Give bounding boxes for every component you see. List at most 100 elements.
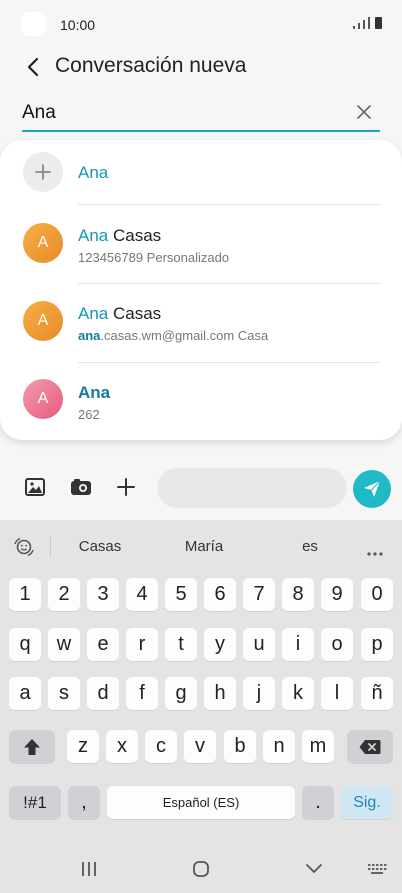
key-8[interactable]: 8 — [282, 578, 314, 611]
send-button[interactable] — [353, 470, 391, 508]
home-button[interactable] — [186, 857, 216, 881]
hide-keyboard-button[interactable] — [299, 857, 329, 881]
divider — [50, 537, 51, 557]
key-1[interactable]: 1 — [9, 578, 41, 611]
recipient-field[interactable]: Ana — [22, 100, 380, 132]
key-n-tilde[interactable]: ñ — [361, 677, 393, 710]
key-n[interactable]: n — [263, 730, 295, 763]
key-o[interactable]: o — [321, 628, 353, 661]
recents-button[interactable] — [74, 857, 104, 881]
attach-button[interactable] — [113, 474, 139, 500]
list-item[interactable]: A Ana Casas 123456789 Personalizado — [0, 205, 402, 283]
signal-icon — [353, 26, 355, 29]
add-icon — [23, 152, 63, 192]
keyboard: Casas María es 1 2 3 4 5 6 7 8 9 0 q w e… — [0, 520, 402, 843]
status-bar: 10:00 — [0, 0, 402, 48]
signal-bar — [358, 23, 360, 29]
key-i[interactable]: i — [282, 628, 314, 661]
avatar-letter: A — [37, 234, 49, 251]
key-u[interactable]: u — [243, 628, 275, 661]
key-q[interactable]: q — [9, 628, 41, 661]
key-4[interactable]: 4 — [126, 578, 158, 611]
key-x[interactable]: x — [106, 730, 138, 763]
key-0[interactable]: 0 — [361, 578, 393, 611]
key-p[interactable]: p — [361, 628, 393, 661]
key-v[interactable]: v — [184, 730, 216, 763]
key-k[interactable]: k — [282, 677, 314, 710]
chevron-down-icon — [306, 864, 322, 874]
key-j[interactable]: j — [243, 677, 275, 710]
key-7[interactable]: 7 — [243, 578, 275, 611]
navigation-bar — [0, 843, 402, 893]
more-icon — [367, 552, 383, 556]
key-2[interactable]: 2 — [48, 578, 80, 611]
battery-icon — [375, 17, 382, 29]
key-z[interactable]: z — [67, 730, 99, 763]
key-c[interactable]: c — [145, 730, 177, 763]
key-9[interactable]: 9 — [321, 578, 353, 611]
list-item[interactable]: A Ana 262 — [0, 363, 402, 439]
key-h[interactable]: h — [204, 677, 236, 710]
gallery-button[interactable] — [22, 474, 48, 500]
page-title: Conversación nueva — [55, 54, 247, 77]
emoji-switch-button[interactable] — [12, 536, 38, 560]
shift-key[interactable] — [9, 730, 55, 763]
next-key[interactable]: Sig. — [341, 786, 393, 819]
key-5[interactable]: 5 — [165, 578, 197, 611]
more-options-button[interactable] — [366, 544, 384, 556]
key-b[interactable]: b — [224, 730, 256, 763]
suggestion-name: Ana — [78, 383, 110, 403]
suggestion-word[interactable]: es — [270, 538, 350, 555]
app-header: Conversación nueva — [0, 48, 402, 88]
key-y[interactable]: y — [204, 628, 236, 661]
shift-icon — [24, 738, 40, 755]
name-highlight: Ana — [78, 304, 109, 323]
key-f[interactable]: f — [126, 677, 158, 710]
key-6[interactable]: 6 — [204, 578, 236, 611]
camera-button[interactable] — [68, 474, 94, 500]
key-g[interactable]: g — [165, 677, 197, 710]
key-t[interactable]: t — [165, 628, 197, 661]
key-r[interactable]: r — [126, 628, 158, 661]
suggestion-bar: Casas María es — [0, 520, 402, 572]
back-arrow-icon — [27, 57, 39, 77]
suggestion-detail: 262 — [78, 407, 100, 422]
suggestion-detail: 123456789 Personalizado — [78, 250, 229, 265]
keyboard-switch-button[interactable] — [362, 857, 392, 881]
key-l[interactable]: l — [321, 677, 353, 710]
key-comma[interactable]: , — [68, 786, 100, 819]
recipient-input[interactable]: Ana — [22, 102, 56, 124]
backspace-key[interactable] — [347, 730, 393, 763]
detail-highlight: ana — [78, 328, 101, 343]
signal-bar — [368, 17, 370, 29]
name-rest: Casas — [108, 226, 162, 245]
suggestion-name: Ana Casas — [78, 304, 161, 324]
suggestion-word[interactable]: Casas — [60, 538, 140, 555]
key-a[interactable]: a — [9, 677, 41, 710]
home-icon — [193, 861, 209, 877]
back-button[interactable] — [18, 52, 48, 82]
status-time: 10:00 — [60, 17, 96, 33]
key-d[interactable]: d — [87, 677, 119, 710]
clear-button[interactable] — [352, 100, 376, 124]
space-key[interactable]: Español (ES) — [107, 786, 295, 819]
name-highlight: Ana — [78, 226, 109, 245]
key-3[interactable]: 3 — [87, 578, 119, 611]
suggestion-detail: ana.casas.wm@gmail.com Casa — [78, 328, 268, 343]
detail-rest: .casas.wm@gmail.com Casa — [100, 328, 269, 343]
symbols-key[interactable]: !#1 — [9, 786, 61, 819]
key-e[interactable]: e — [87, 628, 119, 661]
suggestion-new-number[interactable]: Ana — [0, 140, 402, 204]
name-rest: Casas — [108, 304, 162, 323]
key-period[interactable]: . — [302, 786, 334, 819]
key-m[interactable]: m — [302, 730, 334, 763]
avatar: A — [23, 301, 63, 341]
suggestion-word[interactable]: María — [164, 538, 244, 555]
backspace-icon — [359, 739, 381, 754]
list-item[interactable]: A Ana Casas ana.casas.wm@gmail.com Casa — [0, 284, 402, 362]
key-s[interactable]: s — [48, 677, 80, 710]
message-input[interactable] — [157, 468, 347, 508]
key-w[interactable]: w — [48, 628, 80, 661]
signal-battery-icons — [353, 17, 382, 29]
avatar-letter: A — [37, 390, 49, 407]
